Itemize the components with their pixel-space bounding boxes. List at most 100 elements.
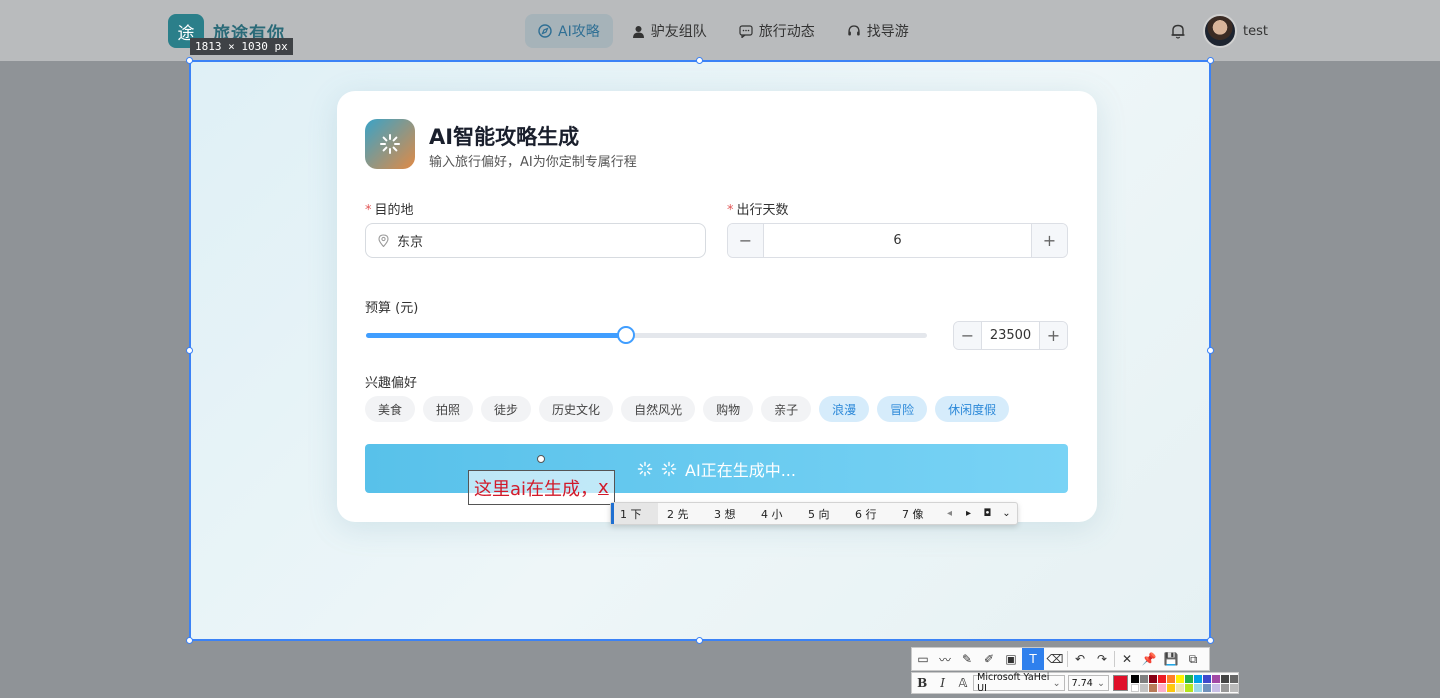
resize-handle-bottom-right[interactable]: [1207, 637, 1214, 644]
interest-tags: 美食 拍照 徒步 历史文化 自然风光 购物 亲子 浪漫 冒险 休闲度假: [365, 396, 1010, 422]
budget-slider-thumb[interactable]: [616, 326, 635, 344]
resize-handle-bottom[interactable]: [696, 637, 703, 644]
tab-travel-feed[interactable]: 旅行动态: [726, 14, 828, 48]
generate-button-label: AI正在生成中...: [685, 460, 796, 480]
page-title: AI智能攻略生成: [429, 125, 580, 149]
budget-value[interactable]: 23500: [982, 328, 1039, 343]
copy-icon[interactable]: ⧉: [1182, 648, 1204, 670]
interest-tag[interactable]: 浪漫: [819, 396, 870, 422]
resize-handle-top-left[interactable]: [186, 57, 193, 64]
card-icon: [365, 119, 415, 169]
interest-tag[interactable]: 美食: [365, 396, 416, 422]
ime-expand-icon[interactable]: ⌄: [997, 508, 1016, 519]
ime-candidate[interactable]: 3 想: [705, 506, 752, 522]
ime-emoji-icon[interactable]: ◘: [978, 508, 997, 519]
redo-icon[interactable]: ↷: [1091, 648, 1113, 670]
current-color-swatch[interactable]: [1113, 675, 1128, 691]
tab-team-up[interactable]: 驴友组队: [619, 14, 720, 48]
budget-slider-fill: [366, 333, 626, 338]
tab-travel-feed-label: 旅行动态: [758, 24, 815, 40]
font-size-value: 7.74: [1071, 677, 1093, 689]
ime-candidate[interactable]: 6 行: [846, 506, 893, 522]
text-tool-icon[interactable]: T: [1022, 648, 1044, 670]
mosaic-tool-icon[interactable]: ▣: [1000, 648, 1022, 670]
interest-tag[interactable]: 拍照: [423, 396, 474, 422]
ime-candidate-bar: 1 下 2 先 3 想 4 小 5 向 6 行 7 像 ◂ ▸ ◘ ⌄: [610, 502, 1018, 525]
ime-prev-page-icon[interactable]: ◂: [940, 508, 959, 519]
toolbar-divider: [1067, 651, 1068, 667]
ime-candidate[interactable]: 7 像: [893, 506, 940, 522]
resize-handle-top[interactable]: [696, 57, 703, 64]
tab-team-up-label: 驴友组队: [650, 24, 707, 40]
destination-label: * 目的地: [365, 199, 414, 218]
chevron-down-icon: ⌄: [1097, 677, 1105, 689]
nav-tabs: AI攻略 驴友组队 旅行动态 找导游: [525, 14, 922, 48]
color-palette[interactable]: [1130, 674, 1238, 692]
loading-spinner-icon: [637, 461, 653, 476]
interest-tag[interactable]: 冒险: [877, 396, 928, 422]
interest-tag[interactable]: 徒步: [481, 396, 532, 422]
days-value[interactable]: 6: [764, 233, 1031, 248]
destination-value: 东京: [397, 235, 424, 250]
username[interactable]: test: [1243, 24, 1268, 39]
tab-ai-guide[interactable]: AI攻略: [525, 14, 613, 48]
interest-tag[interactable]: 自然风光: [621, 396, 696, 422]
italic-button[interactable]: I: [932, 672, 952, 694]
eraser-tool-icon[interactable]: ⌫: [1044, 648, 1066, 670]
page-subtitle: 输入旅行偏好，AI为你定制专属行程: [429, 155, 637, 170]
font-size-select[interactable]: 7.74 ⌄: [1067, 675, 1109, 691]
annotation-composing-text: x: [598, 477, 609, 498]
polyline-tool-icon[interactable]: 〰: [934, 648, 956, 670]
pin-icon[interactable]: 📌: [1138, 648, 1160, 670]
tab-find-guide-label: 找导游: [866, 24, 909, 40]
loading-spinner-icon: [380, 134, 400, 154]
ime-next-page-icon[interactable]: ▸: [959, 508, 978, 519]
budget-stepper[interactable]: − 23500 +: [953, 321, 1068, 350]
size-readout: 1813 × 1030 px: [190, 38, 293, 55]
interest-tag[interactable]: 休闲度假: [935, 396, 1010, 422]
undo-icon[interactable]: ↶: [1069, 648, 1091, 670]
days-label-text: 出行天数: [736, 203, 789, 218]
toolbar-divider: [1114, 651, 1115, 667]
budget-increment-button[interactable]: +: [1039, 322, 1067, 349]
resize-handle-bottom-left[interactable]: [186, 637, 193, 644]
ime-candidate[interactable]: 4 小: [752, 506, 799, 522]
interest-tag[interactable]: 购物: [703, 396, 754, 422]
location-pin-icon: [378, 234, 389, 247]
tab-find-guide[interactable]: 找导游: [834, 14, 922, 48]
ime-candidate[interactable]: 2 先: [658, 506, 705, 522]
days-stepper[interactable]: − 6 +: [727, 223, 1068, 258]
text-annotation[interactable]: 这里ai在生成， x: [468, 470, 615, 505]
loading-spinner-icon: [661, 461, 677, 476]
bell-icon[interactable]: [1169, 22, 1187, 40]
font-family-select[interactable]: Microsoft YaHei UI ⌄: [973, 672, 1065, 694]
bold-button[interactable]: B: [912, 672, 932, 694]
avatar[interactable]: [1203, 14, 1237, 48]
ime-candidate[interactable]: 1 下: [611, 503, 658, 524]
text-style-toolbar: B I 𝔸 Microsoft YaHei UI ⌄ 7.74 ⌄: [911, 672, 1239, 694]
save-icon[interactable]: 💾: [1160, 648, 1182, 670]
annotation-rotate-handle[interactable]: [537, 455, 545, 463]
resize-handle-right[interactable]: [1207, 347, 1214, 354]
pen-tool-icon[interactable]: ✎: [956, 648, 978, 670]
days-decrement-button[interactable]: −: [728, 224, 764, 257]
annotation-toolbar: ▭ 〰 ✎ ✐ ▣ T ⌫ ↶ ↷ ✕ 📌 💾 ⧉: [911, 647, 1210, 671]
interest-tag[interactable]: 亲子: [761, 396, 812, 422]
interest-tag[interactable]: 历史文化: [539, 396, 614, 422]
font-family-value: Microsoft YaHei UI: [977, 672, 1050, 694]
resize-handle-left[interactable]: [186, 347, 193, 354]
user-icon: [632, 25, 644, 38]
font-outline-icon[interactable]: 𝔸: [953, 672, 973, 694]
close-icon[interactable]: ✕: [1116, 648, 1138, 670]
rectangle-tool-icon[interactable]: ▭: [912, 648, 934, 670]
resize-handle-top-right[interactable]: [1207, 57, 1214, 64]
tab-ai-guide-label: AI攻略: [558, 24, 600, 40]
ime-candidate[interactable]: 5 向: [799, 506, 846, 522]
budget-slider[interactable]: [366, 326, 927, 344]
ai-guide-card: AI智能攻略生成 输入旅行偏好，AI为你定制专属行程 * 目的地 东京 * 出行天数…: [337, 91, 1097, 522]
required-mark: *: [365, 203, 372, 218]
days-increment-button[interactable]: +: [1031, 224, 1067, 257]
destination-input[interactable]: 东京: [365, 223, 706, 258]
highlighter-tool-icon[interactable]: ✐: [978, 648, 1000, 670]
budget-decrement-button[interactable]: −: [954, 322, 982, 349]
